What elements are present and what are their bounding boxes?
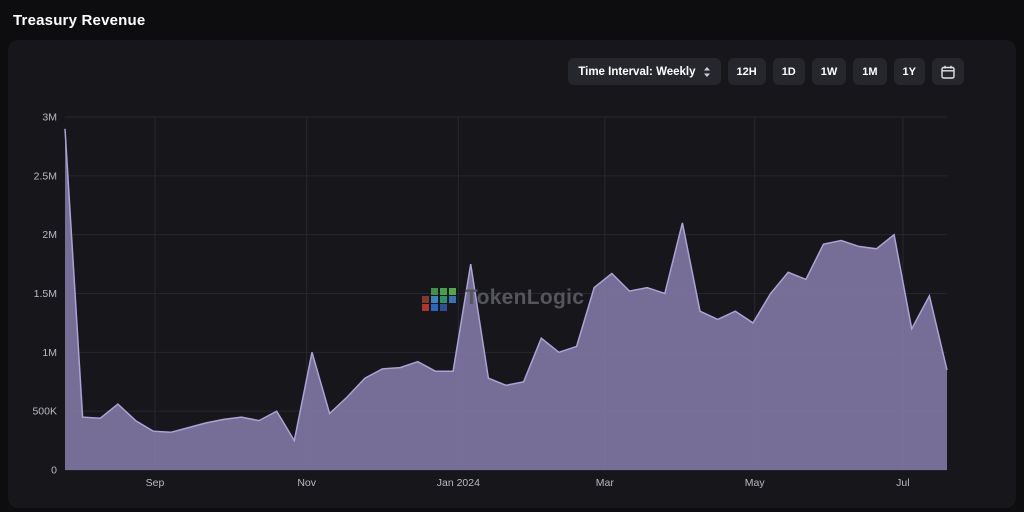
y-axis-label: 2M [42,229,57,241]
interval-button-1d[interactable]: 1D [773,58,805,85]
x-axis-label: Nov [297,477,316,489]
calendar-button[interactable] [932,58,964,85]
x-axis-label: Jul [896,477,909,489]
interval-buttons: 12H 1D 1W1M 1Y [728,58,926,85]
y-axis-label: 1.5M [34,288,57,300]
y-axis-label: 0 [51,465,57,477]
page-title: Treasury Revenue [13,12,145,29]
interval-button-12h[interactable]: 12H [728,58,766,85]
x-axis-label: Sep [146,477,165,489]
interval-button-1m[interactable]: 1M [853,58,886,85]
y-axis-label: 3M [42,112,57,124]
x-axis-label: Jan 2024 [437,477,480,489]
y-axis-label: 500K [32,406,57,418]
chart-controls: Time Interval: Weekly 12H 1D 1W1M 1Y [568,58,964,85]
calendar-icon [941,65,955,79]
interval-button-1y[interactable]: 1Y [894,58,925,85]
y-axis-label: 2.5M [34,170,57,182]
y-axis-label: 1M [42,347,57,359]
interval-button-1w[interactable]: 1W [812,58,847,85]
x-axis-label: May [745,477,766,489]
revenue-area-series [65,129,947,470]
x-axis-label: Mar [596,477,615,489]
time-interval-dropdown[interactable]: Time Interval: Weekly [568,58,720,85]
time-interval-label: Time Interval: Weekly [578,66,695,78]
chevron-updown-icon [703,66,711,78]
revenue-chart-svg: 0 500K 1M 1.5M 2M 2.5M 3M Sep Nov Jan 2024 Mar May J… [8,100,1016,500]
chart-card: Time Interval: Weekly 12H1D1W1M1Y 0500K1… [8,40,1016,508]
